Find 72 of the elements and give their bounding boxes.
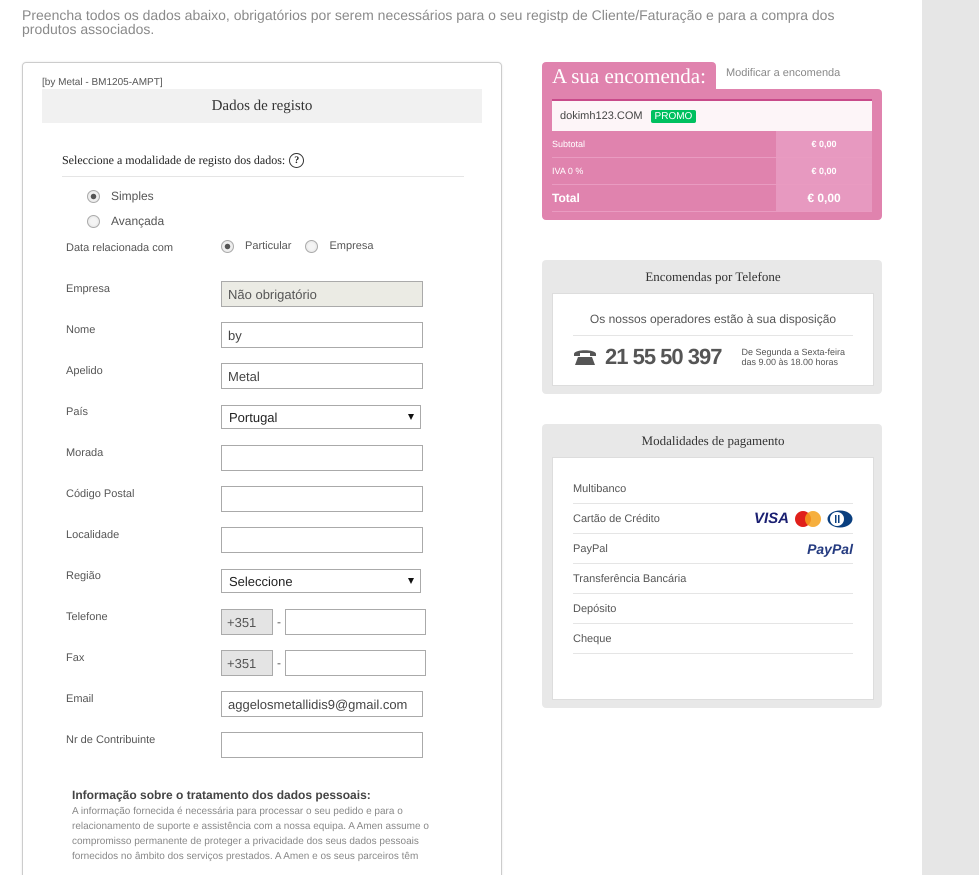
item-name: dokimh123.COM (560, 110, 643, 122)
panel-title: Modalidades de pagamento (640, 432, 786, 450)
card-logo: VISA (754, 510, 789, 527)
payment-method: Transferência Bancária (573, 572, 686, 584)
privacy-text: A informação fornecida é necessária para processar o seu pedido e para o relacionamento de suporte e assistência com a nossa equipa. A Amen assume o compromisso permanente de proteger a privacidade dos seus dados pessoais fornecidos no âmbito dos serviços prestados. A Amen e os seus parceiros têm (72, 805, 430, 864)
telephone-icon (573, 348, 597, 366)
radio-button[interactable] (87, 214, 100, 228)
paypal-logo: PayPal (807, 540, 853, 556)
reference-text: [by Metal - BM1205-AMPT] (42, 77, 164, 89)
radio-label: Empresa (329, 240, 374, 252)
field-label: Nome (66, 324, 96, 336)
phone-number: 21 55 50 397 (605, 344, 722, 370)
field-label: Data relacionada com (66, 242, 174, 254)
payment-method: Depósito (573, 602, 616, 614)
privacy-title: Informação sobre o tratamento dos dados pessoais: (72, 788, 372, 802)
hours-text: De Segunda a Sexta-feira (741, 347, 846, 357)
radio-button[interactable] (221, 240, 234, 252)
field-label: Empresa (66, 283, 112, 295)
field-label: País (66, 406, 90, 418)
input-field[interactable] (221, 527, 423, 553)
input-field[interactable]: aggelosmetallidis9@gmail.com (221, 691, 423, 717)
field-label: Apelido (66, 365, 104, 377)
total-value: € 0,00 (776, 131, 872, 157)
field-label: Morada (66, 447, 104, 459)
prompt-text: Seleccione a modalidade de registo dos dados: (62, 153, 286, 168)
payment-method: Cheque (573, 632, 612, 644)
input-field[interactable] (285, 650, 426, 676)
radio-button[interactable] (87, 190, 100, 202)
radio-label: Avançada (111, 214, 164, 228)
modify-link[interactable]: Modificar a encomenda (726, 67, 840, 79)
field-label: Região (66, 570, 102, 582)
input-field[interactable] (221, 445, 423, 471)
intro-text: Preencha todos os dados abaixo, obrigatórios por serem necessários para o seu registp de Cliente/Faturação e para a compra dos produtos associados. (22, 8, 836, 36)
input-field[interactable]: Metal (221, 363, 423, 389)
total-value: € 0,00 (776, 158, 872, 184)
radio-button[interactable] (305, 240, 318, 252)
field-label: Localidade (66, 529, 120, 541)
separator: - (277, 656, 281, 670)
total-value: € 0,00 (776, 185, 872, 211)
input-field[interactable] (221, 486, 423, 512)
caret-icon (408, 414, 414, 420)
radio-label: Simples (111, 189, 154, 203)
phone-prefix: +351 (221, 650, 273, 676)
input-field[interactable] (285, 609, 426, 635)
panel-title: Encomendas por Telefone (644, 268, 782, 286)
payment-method: PayPal (573, 542, 608, 554)
promo-badge: PROMO (650, 110, 696, 122)
phone-subtitle: Os nossos operadores estão à sua disposição (573, 294, 853, 336)
field-label: Email (66, 693, 95, 705)
order-title: A sua encomenda: (542, 62, 716, 89)
total-label: Total (552, 190, 581, 207)
two-circle-card-icon (794, 510, 822, 526)
section-header: Dados de registo (42, 89, 482, 123)
total-label: Subtotal (552, 138, 586, 151)
field-label: Código Postal (66, 488, 136, 500)
radio-label: Particular (245, 240, 292, 252)
separator: - (277, 615, 281, 629)
help-icon[interactable]: ? (289, 153, 304, 168)
select-field[interactable]: Seleccione (221, 569, 421, 593)
input-field[interactable]: by (221, 322, 423, 348)
round-card-icon (827, 510, 853, 528)
field-label: Telefone (66, 611, 109, 623)
total-label: IVA 0 % (552, 165, 584, 178)
phone-prefix: +351 (221, 609, 273, 635)
payment-method: Cartão de Crédito (573, 512, 660, 524)
hours-text: das 9.00 às 18.00 horas (741, 357, 840, 367)
field-label: Fax (66, 652, 86, 664)
payment-method: Multibanco (573, 482, 626, 494)
select-field[interactable]: Portugal (221, 405, 421, 429)
caret-icon (408, 578, 414, 584)
input-field[interactable] (221, 732, 423, 758)
field-label: Nr de Contribuinte (66, 734, 156, 746)
